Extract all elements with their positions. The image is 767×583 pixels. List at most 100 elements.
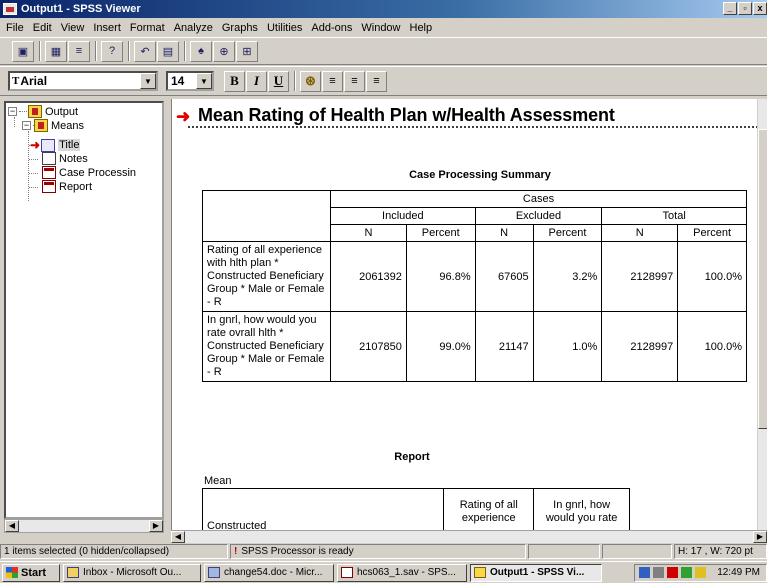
insert-text-icon[interactable]: ⊞ xyxy=(236,40,258,62)
heading-selection-border xyxy=(188,126,757,128)
menu-help[interactable]: Help xyxy=(406,22,438,34)
tree-item-output[interactable]: − Output xyxy=(8,105,78,118)
tree-item-report[interactable]: Report xyxy=(42,180,92,193)
tree-item-title[interactable]: ➜ Title xyxy=(30,138,81,152)
collapse-icon[interactable]: − xyxy=(22,121,31,130)
table-cell: 2128997 xyxy=(601,241,679,312)
menu-bar: File Edit View Insert Format Analyze Gra… xyxy=(0,18,767,37)
tree-label: Title xyxy=(58,139,81,151)
column-header: N xyxy=(474,224,534,242)
taskbar-item-word[interactable]: change54.doc - Micr... xyxy=(204,563,334,582)
underline-button[interactable]: U xyxy=(268,70,289,92)
font-name: Arial xyxy=(20,74,48,88)
outlook-icon xyxy=(67,567,79,578)
scroll-left-icon[interactable]: ◀ xyxy=(171,531,185,543)
menu-utilities[interactable]: Utilities xyxy=(263,22,307,34)
bold-button[interactable]: B xyxy=(224,70,245,92)
align-left-icon[interactable]: ≡ xyxy=(322,70,343,92)
vertical-scrollbar[interactable] xyxy=(757,99,767,530)
table-cell: 2128997 xyxy=(601,311,679,382)
minimize-button[interactable]: _ xyxy=(723,2,737,15)
notes-icon xyxy=(42,152,56,165)
spss-data-icon xyxy=(341,567,353,578)
output-pane: ➜ Mean Rating of Health Plan w/Health As… xyxy=(171,99,757,530)
taskbar-item-inbox[interactable]: Inbox - Microsoft Ou... xyxy=(63,563,201,582)
taskbar-item-spss-viewer[interactable]: Output1 - SPSS Vi... xyxy=(470,563,602,582)
column-header: Constructed xyxy=(201,488,445,530)
tree-item-case-processing[interactable]: Case Processin xyxy=(42,166,136,179)
tree-label: Output xyxy=(45,105,79,118)
book-icon xyxy=(28,105,42,118)
tree-item-means[interactable]: − Means xyxy=(22,119,84,132)
table-cell: 1.0% xyxy=(532,311,603,382)
clock[interactable]: 12:49 PM xyxy=(717,567,760,578)
column-header: Percent xyxy=(405,224,476,242)
current-item-arrow-icon: ➜ xyxy=(176,107,191,126)
align-center-icon[interactable]: ≡ xyxy=(344,70,365,92)
table-cell: 96.8% xyxy=(405,241,476,312)
dialog-recall-icon[interactable]: ≡ xyxy=(68,40,90,62)
text-color-icon[interactable]: ⊛ xyxy=(300,70,321,92)
tree-item-notes[interactable]: Notes xyxy=(42,152,88,165)
italic-button[interactable]: I xyxy=(246,70,267,92)
case-processing-table[interactable]: Cases Included Excluded Total N Percent … xyxy=(202,190,747,382)
status-bar: 1 items selected (0 hidden/collapsed) ! … xyxy=(0,543,767,560)
menu-analyze[interactable]: Analyze xyxy=(170,22,218,34)
column-header: Percent xyxy=(532,224,603,242)
windows-logo-icon xyxy=(6,567,18,578)
menu-graphs[interactable]: Graphs xyxy=(218,22,263,34)
variables-icon[interactable]: ? xyxy=(101,40,123,62)
column-header: N xyxy=(330,224,407,242)
undo-icon[interactable]: ↶ xyxy=(134,40,156,62)
goto-data-icon[interactable]: ▤ xyxy=(157,40,179,62)
menu-edit[interactable]: Edit xyxy=(29,22,57,34)
table-cell: 99.0% xyxy=(405,311,476,382)
menu-format[interactable]: Format xyxy=(126,22,170,34)
output-horizontal-scrollbar[interactable]: ◀ ▶ xyxy=(171,530,767,543)
collapse-icon[interactable]: − xyxy=(8,107,17,116)
align-right-icon[interactable]: ≡ xyxy=(366,70,387,92)
network-icon[interactable] xyxy=(639,567,651,578)
current-item-arrow-icon: ➜ xyxy=(30,138,41,152)
processor-status-icon: ! xyxy=(234,546,238,557)
tree-horizontal-scrollbar[interactable]: ◀ ▶ xyxy=(4,519,164,533)
maximize-button[interactable]: ▫ xyxy=(738,2,752,15)
insert-heading-icon[interactable]: ⊕ xyxy=(213,40,235,62)
menu-file[interactable]: File xyxy=(2,22,29,34)
scroll-left-icon[interactable]: ◀ xyxy=(5,520,19,532)
main-toolbar: ▣ ▦ ≡ ? ↶ ▤ ♠ ⊕ ⊞ xyxy=(0,37,767,65)
font-size-select[interactable]: 14 ▼ xyxy=(166,71,214,91)
scroll-right-icon[interactable]: ▶ xyxy=(149,520,163,532)
start-button[interactable]: Start xyxy=(2,563,60,582)
group-excluded: Excluded xyxy=(474,207,603,225)
sync-icon[interactable] xyxy=(681,567,693,578)
font-select[interactable]: T Arial ▼ xyxy=(8,71,158,91)
column-header: In gnrl, how would you rate xyxy=(533,488,630,530)
scroll-thumb[interactable] xyxy=(758,129,767,429)
table-cell: 2107850 xyxy=(330,311,407,382)
chevron-down-icon[interactable]: ▼ xyxy=(196,73,212,89)
report-table[interactable]: Constructed Rating of all experience In … xyxy=(201,488,630,530)
table-cell: 67605 xyxy=(474,241,534,312)
antivirus-icon[interactable] xyxy=(667,567,679,578)
column-header: Percent xyxy=(677,224,747,242)
volume-icon[interactable] xyxy=(653,567,665,578)
pivot-table-icon xyxy=(42,180,56,193)
tree-label: Report xyxy=(59,180,93,193)
menu-window[interactable]: Window xyxy=(357,22,405,34)
menu-view[interactable]: View xyxy=(57,22,90,34)
menu-add-ons[interactable]: Add-ons xyxy=(307,22,357,34)
taskbar-item-spss-data[interactable]: hcs063_1.sav - SPS... xyxy=(337,563,467,582)
scroll-right-icon[interactable]: ▶ xyxy=(753,531,767,543)
chevron-down-icon[interactable]: ▼ xyxy=(140,73,156,89)
find-icon[interactable]: ♠ xyxy=(190,40,212,62)
close-button[interactable]: x xyxy=(753,2,767,15)
table-cell: 100.0% xyxy=(677,241,747,312)
output-heading[interactable]: Mean Rating of Health Plan w/Health Asse… xyxy=(198,105,615,126)
menu-insert[interactable]: Insert xyxy=(89,22,126,34)
font-size-value: 14 xyxy=(171,74,185,88)
messenger-icon[interactable] xyxy=(695,567,707,578)
save-icon[interactable]: ▣ xyxy=(12,40,34,62)
data-editor-icon[interactable]: ▦ xyxy=(45,40,67,62)
column-header: Rating of all experience xyxy=(443,488,535,530)
